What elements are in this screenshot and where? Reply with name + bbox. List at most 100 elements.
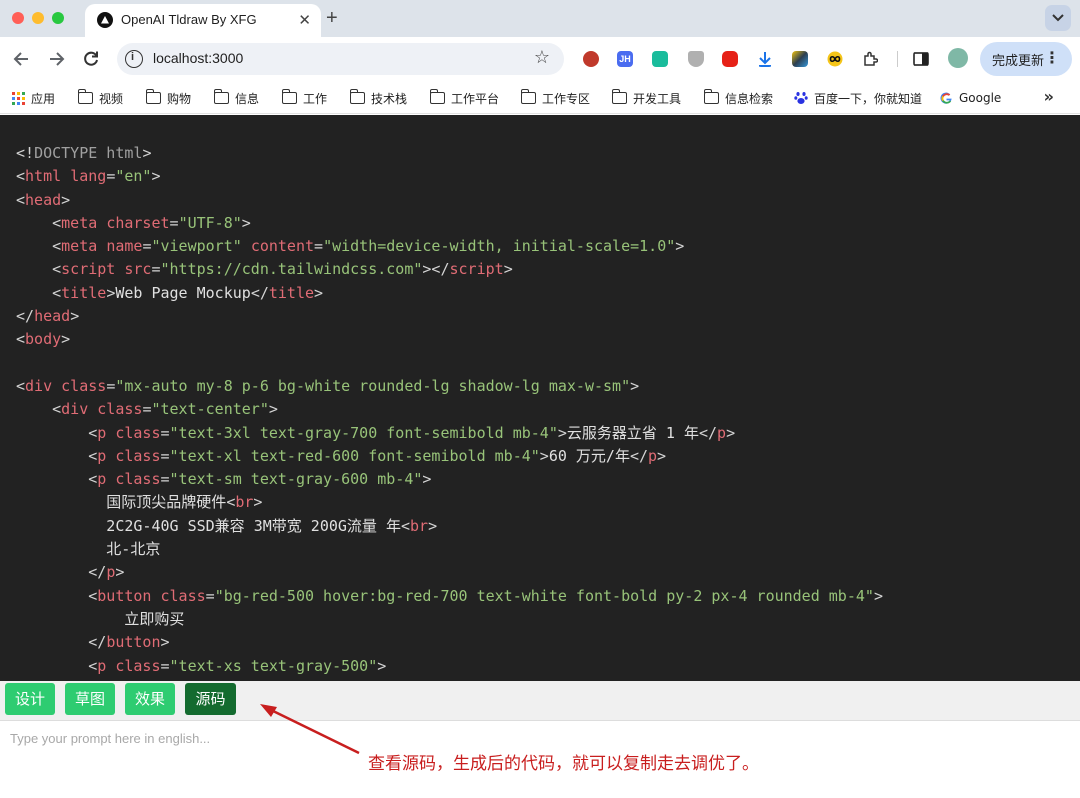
window-close-button[interactable] [12, 12, 24, 24]
source-tab-button[interactable]: 源码 [185, 683, 236, 715]
extensions-icon[interactable] [862, 51, 878, 67]
puzzle-color-icon[interactable] [792, 51, 808, 67]
source-code-viewer[interactable]: <!DOCTYPE html> <html lang="en"> <head> <m… [0, 115, 1080, 681]
code-token: < [16, 213, 62, 232]
bookmark-folder[interactable]: 购物 [145, 89, 191, 107]
infinity-icon[interactable] [827, 51, 843, 67]
code-line: <meta charset="UTF-8"> [16, 212, 883, 235]
code-line: <!DOCTYPE html> [16, 142, 883, 165]
back-arrow-icon[interactable] [12, 49, 32, 69]
code-token: "mx-auto my-8 p-6 bg-white rounded-lg sh… [115, 376, 631, 395]
code-line: 2C2G-40G SSD兼容 3M带宽 200G流量 年<br> [16, 515, 883, 538]
code-token: "text-center" [151, 400, 269, 419]
update-label: 完成更新 [992, 54, 1045, 69]
forward-arrow-icon[interactable] [46, 49, 66, 69]
bookmark-folder[interactable]: 开发工具 [611, 89, 681, 107]
code-token: meta [61, 237, 98, 256]
bookmark-label: Google [959, 91, 1002, 105]
code-token: > [142, 144, 152, 162]
code-token: > [428, 516, 438, 535]
code-token: > [70, 307, 80, 326]
preview-tab-button[interactable]: 效果 [125, 683, 175, 715]
bookmark-apps[interactable]: 应用 [12, 89, 55, 107]
code-token: = [106, 376, 116, 395]
tab-search-button[interactable] [1045, 5, 1071, 31]
tab-title: OpenAI Tldraw By XFG [121, 12, 257, 27]
code-token: </ [250, 283, 269, 302]
code-token: "text-xl text-red-600 font-semibold mb-4… [169, 446, 540, 465]
code-token: 云服务器立省 1 年 [566, 423, 699, 442]
code-token: </ [16, 563, 107, 582]
sidepanel-icon[interactable] [913, 51, 929, 67]
bookmark-label: 视频 [99, 91, 124, 106]
code-token: < [226, 493, 236, 512]
reload-icon[interactable] [81, 49, 101, 69]
code-line: 立即购买 [16, 608, 883, 631]
code-token: </ [16, 633, 107, 652]
bookmark-google[interactable]: Google [940, 89, 1001, 107]
code-line: <body> [16, 328, 883, 351]
bookmark-baidu[interactable]: 百度一下，你就知道 [794, 89, 922, 107]
bookmark-folder[interactable]: 工作专区 [520, 89, 590, 107]
code-token: Web Page Mockup [115, 283, 251, 302]
code-token: < [16, 400, 62, 419]
bookmark-folder[interactable]: 信息 [213, 89, 259, 107]
youtube-icon[interactable] [722, 51, 738, 67]
code-token: = [314, 237, 324, 256]
openai-favicon-icon [97, 12, 113, 28]
code-token: "text-sm text-gray-600 mb-4" [169, 470, 423, 489]
address-bar[interactable]: i localhost:3000 ☆ [117, 43, 564, 75]
code-token: <! [16, 144, 35, 162]
folder-icon [77, 89, 93, 104]
folder-icon [429, 89, 445, 104]
profile-avatar[interactable] [948, 48, 968, 68]
code-token: > [253, 493, 263, 512]
code-token: > [630, 376, 640, 395]
code-token: charset [106, 213, 170, 232]
window-minimize-button[interactable] [32, 12, 44, 24]
code-token: < [16, 446, 98, 465]
sketch-tab-button[interactable]: 草图 [65, 683, 115, 715]
folder-icon [520, 89, 536, 104]
window-maximize-button[interactable] [52, 12, 64, 24]
bookmark-folder[interactable]: 信息检索 [703, 89, 773, 107]
refresh-ext-icon[interactable] [652, 51, 668, 67]
site-info-icon[interactable]: i [125, 50, 143, 68]
code-token: "text-xs text-gray-500" [169, 656, 378, 675]
update-button[interactable]: 完成更新 ⋮ [980, 42, 1072, 76]
code-token: p [717, 423, 727, 442]
code-token: > [422, 470, 432, 489]
bookmark-folder[interactable]: 工作平台 [429, 89, 499, 107]
download-icon[interactable] [757, 51, 773, 67]
tab-close-icon[interactable]: ✕ [298, 11, 311, 29]
bookmark-folder[interactable]: 视频 [77, 89, 124, 107]
design-tab-button[interactable]: 设计 [5, 683, 55, 715]
browser-tab[interactable]: OpenAI Tldraw By XFG ✕ [85, 4, 321, 37]
bookmark-star-icon[interactable]: ☆ [534, 48, 550, 68]
code-token: > [61, 330, 71, 349]
tab-strip: OpenAI Tldraw By XFG ✕ + [0, 0, 1080, 37]
code-token: 北-北京 [16, 540, 161, 559]
more-menu-icon: ⋮ [1044, 48, 1060, 67]
code-line: <p class="text-3xl text-gray-700 font-se… [16, 422, 883, 445]
bookmark-folder[interactable]: 技术栈 [349, 89, 407, 107]
shield-icon[interactable] [688, 51, 704, 67]
code-token: head [25, 190, 62, 209]
jh-icon[interactable]: JH [617, 51, 633, 67]
bookmarks-overflow-icon[interactable]: » [1044, 87, 1054, 106]
url-text[interactable]: localhost:3000 [153, 50, 243, 66]
code-line: <p class="text-xs text-gray-500"> [16, 655, 883, 678]
bookmark-folder[interactable]: 工作 [281, 89, 328, 107]
bookmark-label: 工作 [303, 91, 328, 106]
code-token: "bg-red-500 hover:bg-red-700 text-white … [214, 586, 874, 605]
code-token: DOCTYPE html [34, 144, 143, 162]
code-token: title [268, 283, 315, 302]
santa-icon[interactable] [583, 51, 599, 67]
apps-grid-icon [12, 91, 25, 105]
code-token: = [151, 260, 161, 279]
code-line: </head> [16, 305, 883, 328]
new-tab-button[interactable]: + [326, 7, 338, 29]
